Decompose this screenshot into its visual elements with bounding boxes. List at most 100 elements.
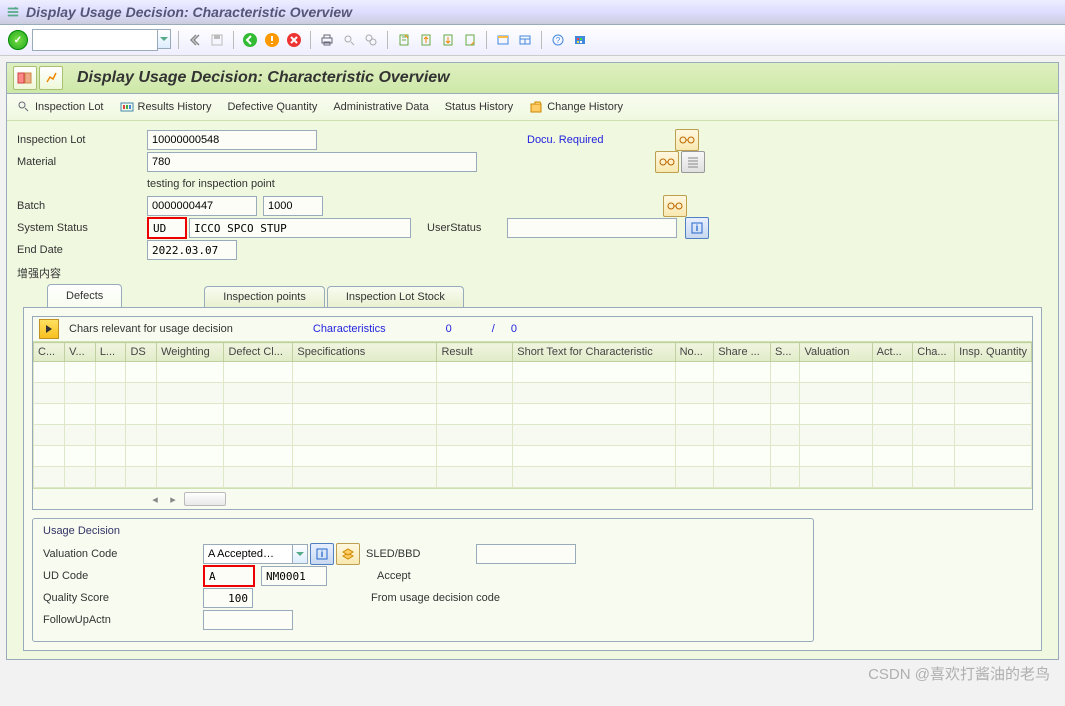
characteristics-link[interactable]: Characteristics — [313, 323, 386, 335]
tab-defects[interactable]: Defects — [47, 284, 122, 307]
end-date-label: End Date — [17, 244, 147, 256]
svg-text:i: i — [321, 549, 324, 559]
table-row[interactable] — [34, 404, 1032, 425]
ud-code-label: UD Code — [43, 570, 203, 582]
window-title: Display Usage Decision: Characteristic O… — [26, 4, 352, 20]
defective-quantity-button[interactable]: Defective Quantity — [227, 101, 317, 113]
page-up-icon[interactable] — [417, 31, 435, 49]
menu-icon[interactable] — [6, 5, 20, 19]
chars-relevant-label: Chars relevant for usage decision — [69, 323, 233, 335]
batch-label: Batch — [17, 200, 147, 212]
scroll-slider[interactable] — [184, 492, 226, 506]
batch-qty-field[interactable] — [263, 196, 323, 216]
find-next-icon[interactable] — [362, 31, 380, 49]
status-history-button[interactable]: Status History — [445, 101, 513, 113]
exit-icon[interactable] — [263, 31, 281, 49]
quality-score-label: Quality Score — [43, 592, 203, 604]
char-count-total: 0 — [511, 323, 517, 335]
sled-label: SLED/BBD — [366, 548, 476, 560]
stack-icon[interactable] — [336, 543, 360, 565]
usage-decision-title: Usage Decision — [43, 525, 803, 537]
help-icon[interactable]: ? — [549, 31, 567, 49]
tab-inspection-points[interactable]: Inspection points — [204, 286, 325, 307]
table-row[interactable] — [34, 446, 1032, 467]
table-row[interactable] — [34, 383, 1032, 404]
docu-required-link[interactable]: Docu. Required — [527, 134, 603, 146]
watermark: CSDN @喜欢打酱油的老鸟 — [868, 663, 1050, 684]
grid-header-row: C... V... L... DS Weighting Defect Cl...… — [34, 343, 1032, 362]
list-icon[interactable] — [681, 151, 705, 173]
system-status-field-1[interactable] — [147, 217, 187, 239]
table-row[interactable] — [34, 362, 1032, 383]
followup-field[interactable] — [203, 610, 293, 630]
print-icon[interactable] — [318, 31, 336, 49]
material-label: Material — [17, 156, 147, 168]
layout-icon[interactable] — [516, 31, 534, 49]
scroll-right-icon[interactable]: ▸ — [166, 492, 180, 506]
page-down-icon[interactable] — [439, 31, 457, 49]
svg-text:i: i — [696, 223, 699, 233]
quality-score-text: From usage decision code — [371, 592, 500, 604]
info-icon-2[interactable]: i — [310, 543, 334, 565]
tab-body: Chars relevant for usage decision Charac… — [23, 307, 1042, 651]
ud-code-group-field[interactable] — [261, 566, 327, 586]
table-row[interactable] — [34, 467, 1032, 488]
user-status-field[interactable] — [507, 218, 677, 238]
command-dropdown[interactable] — [158, 29, 171, 49]
results-history-button[interactable]: Results History — [120, 100, 212, 114]
system-status-label: System Status — [17, 222, 147, 234]
ud-code-text: Accept — [377, 570, 411, 582]
inspection-lot-field[interactable] — [147, 130, 317, 150]
followup-label: FollowUpActn — [43, 614, 203, 626]
back-icon[interactable] — [241, 31, 259, 49]
first-page-icon[interactable] — [186, 31, 204, 49]
enhancement-label: 增强内容 — [17, 261, 1048, 281]
user-status-label: UserStatus — [427, 222, 507, 234]
quality-score-field[interactable] — [203, 588, 253, 608]
header-form: Inspection Lot Docu. Required Material t… — [7, 121, 1058, 659]
settings-icon[interactable] — [571, 31, 589, 49]
valuation-code-dropdown[interactable] — [293, 544, 308, 564]
cancel-icon[interactable] — [285, 31, 303, 49]
tab-inspection-lot-stock[interactable]: Inspection Lot Stock — [327, 286, 464, 307]
end-date-field[interactable] — [147, 240, 237, 260]
valuation-code-label: Valuation Code — [43, 548, 203, 560]
find-icon[interactable] — [340, 31, 358, 49]
save-icon[interactable] — [208, 31, 226, 49]
tab-strip: Defects Inspection points Inspection Lot… — [17, 285, 1048, 307]
info-icon[interactable]: i — [685, 217, 709, 239]
administrative-data-button[interactable]: Administrative Data — [333, 101, 428, 113]
glasses-icon-3[interactable] — [663, 195, 687, 217]
sled-field[interactable] — [476, 544, 576, 564]
global-toolbar: ✓ ? — [0, 25, 1065, 56]
material-description: testing for inspection point — [147, 178, 275, 190]
usage-decision-group: Usage Decision Valuation Code i SLED/BBD… — [32, 518, 814, 642]
glasses-icon[interactable] — [675, 129, 699, 151]
material-field[interactable] — [147, 152, 477, 172]
app-toolbar: Inspection Lot Results History Defective… — [7, 94, 1058, 121]
characteristics-grid: Chars relevant for usage decision Charac… — [32, 316, 1033, 510]
svg-text:?: ? — [556, 36, 561, 45]
command-input[interactable] — [32, 29, 158, 51]
inspection-lot-label: Inspection Lot — [17, 134, 147, 146]
characteristics-icon[interactable] — [13, 66, 37, 90]
new-session-icon[interactable] — [494, 31, 512, 49]
screen-title-bar: Display Usage Decision: Characteristic O… — [7, 63, 1058, 94]
screen-title: Display Usage Decision: Characteristic O… — [77, 69, 450, 87]
inspection-lot-button[interactable]: Inspection Lot — [17, 100, 104, 114]
ud-code-field[interactable] — [203, 565, 255, 587]
valuation-code-field[interactable] — [203, 544, 293, 564]
change-history-button[interactable]: Change History — [529, 100, 623, 114]
system-status-field-2[interactable] — [189, 218, 411, 238]
scroll-left-icon[interactable]: ◂ — [148, 492, 162, 506]
ok-button[interactable]: ✓ — [8, 30, 28, 50]
glasses-icon-2[interactable] — [655, 151, 679, 173]
table-row[interactable] — [34, 425, 1032, 446]
expand-icon[interactable] — [39, 319, 59, 339]
page-last-icon[interactable] — [461, 31, 479, 49]
batch-field[interactable] — [147, 196, 257, 216]
overview-icon[interactable] — [39, 66, 63, 90]
char-count-current: 0 — [446, 323, 452, 335]
grid-nav: ◂ ▸ — [33, 488, 1032, 509]
page-first-icon[interactable] — [395, 31, 413, 49]
